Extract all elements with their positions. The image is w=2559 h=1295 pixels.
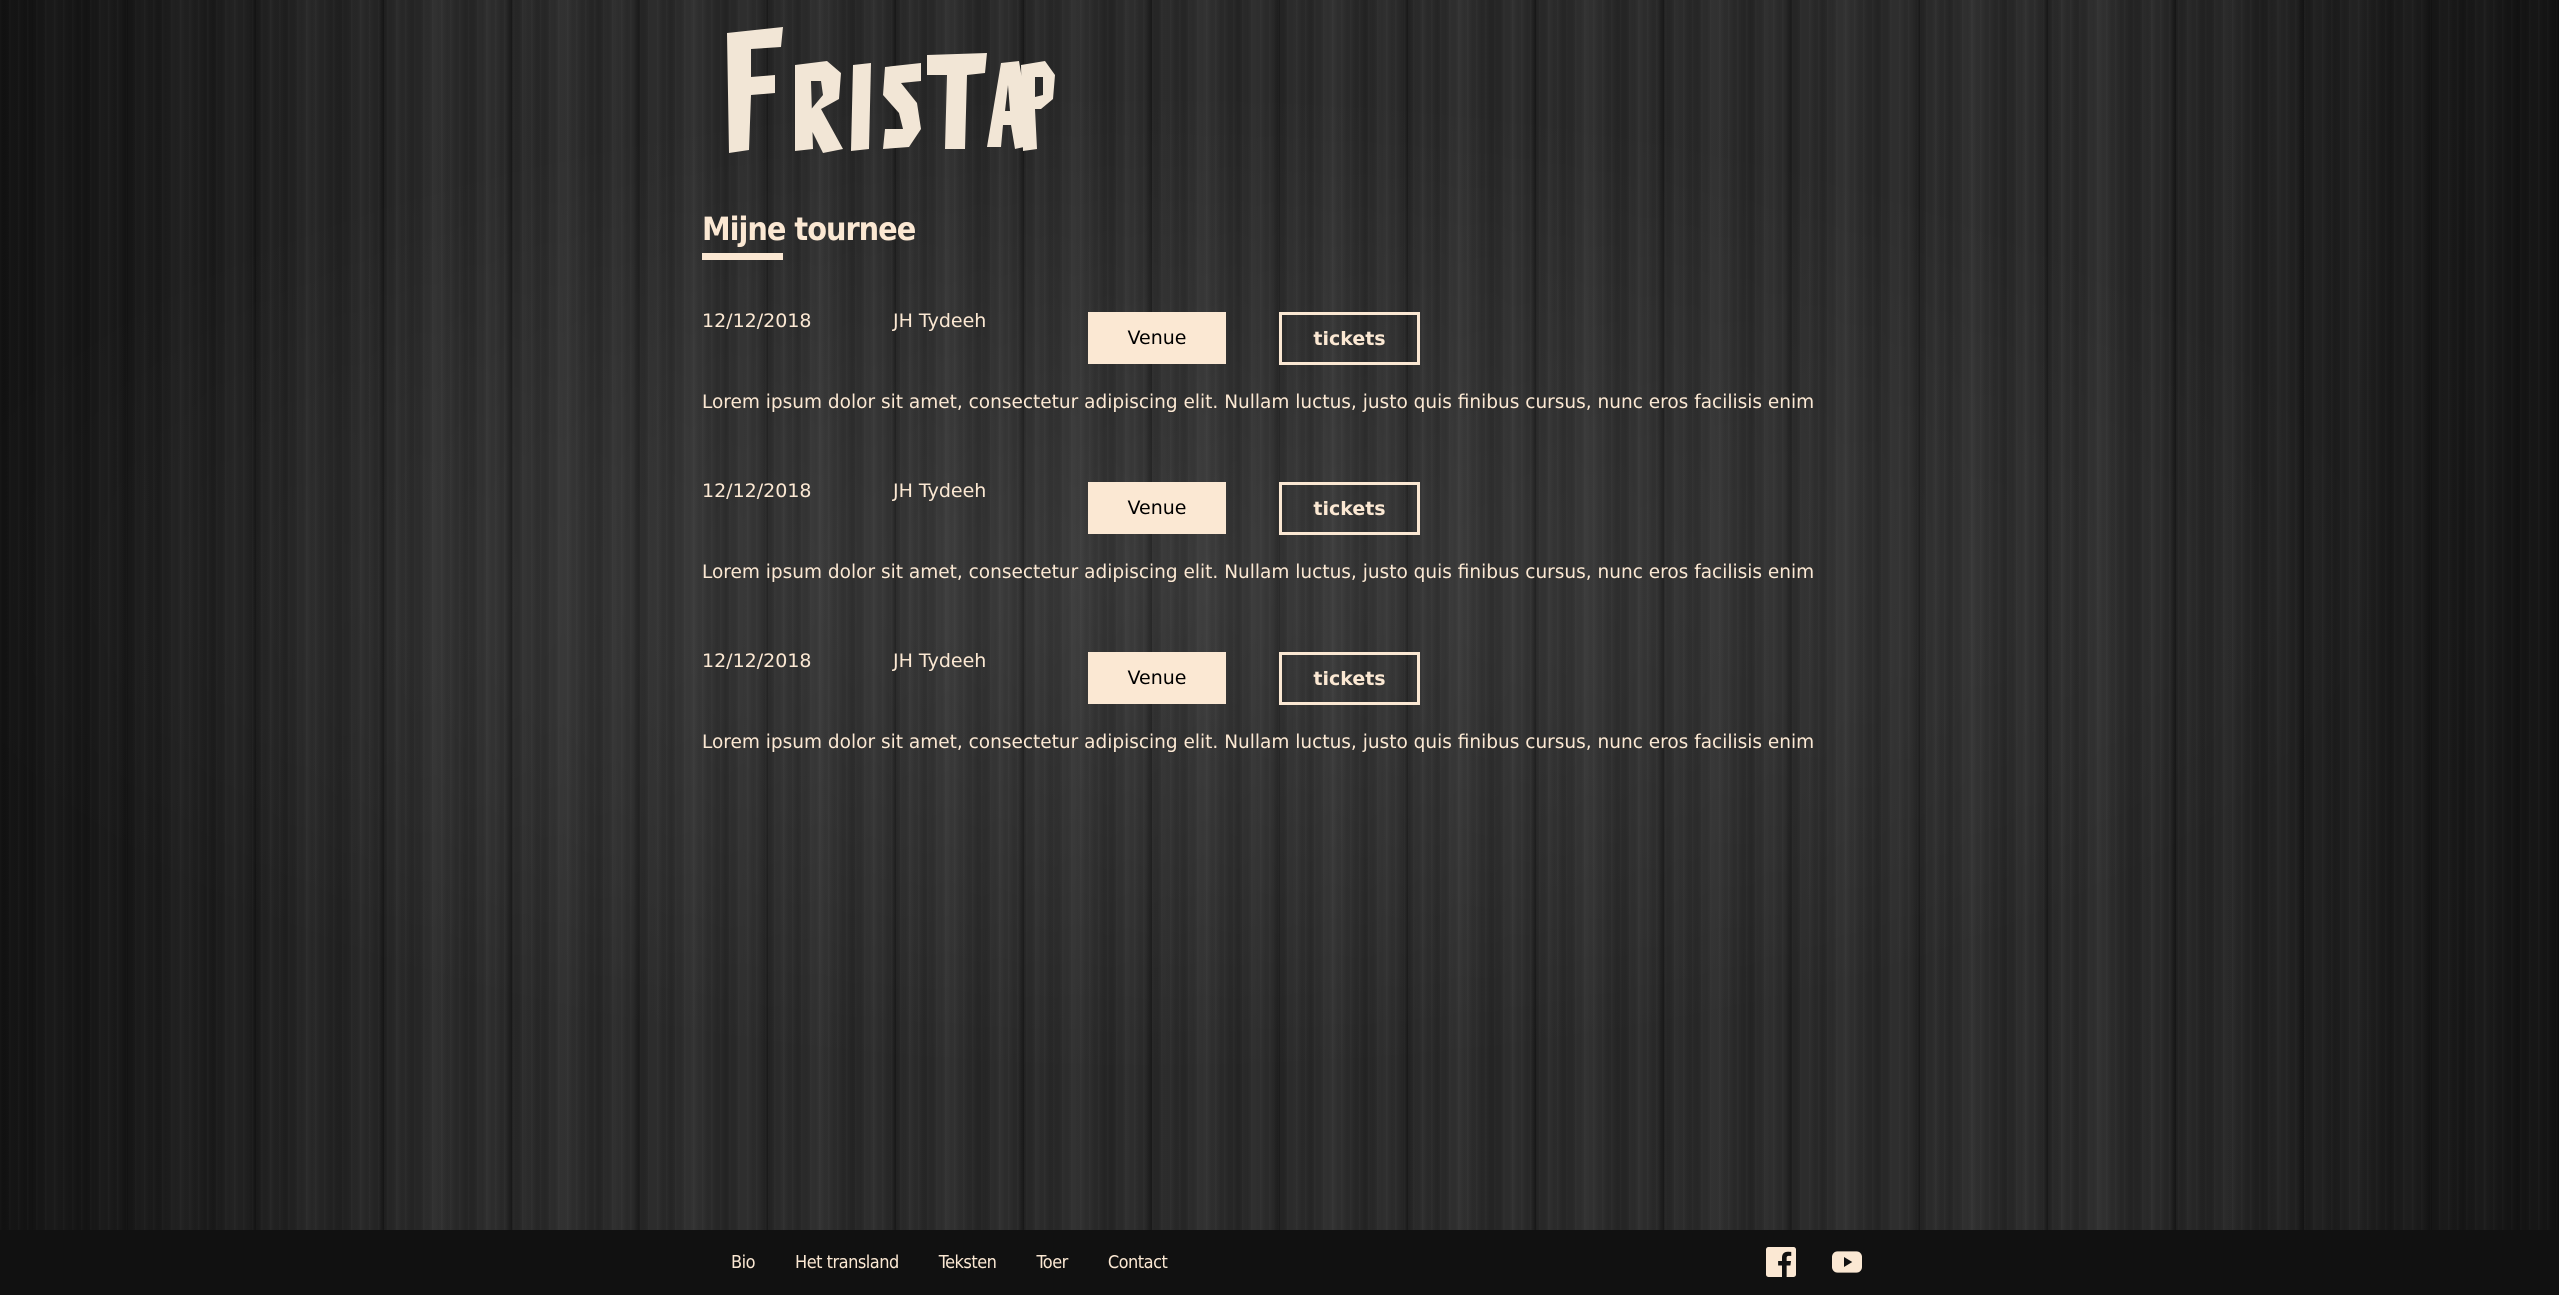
tickets-button[interactable]: tickets — [1279, 482, 1420, 535]
title-underline — [702, 253, 783, 260]
tickets-button[interactable]: tickets — [1279, 652, 1420, 705]
tour-date: 12/12/2018 — [702, 310, 812, 332]
footer-link-contact[interactable]: Contact — [1108, 1252, 1168, 1273]
tour-item: 12/12/2018 JH Tydeeh Venue tickets Lorem… — [702, 470, 1814, 640]
tickets-button[interactable]: tickets — [1279, 312, 1420, 365]
tour-item: 12/12/2018 JH Tydeeh Venue tickets Lorem… — [702, 640, 1814, 810]
footer-link-toer[interactable]: Toer — [1036, 1252, 1068, 1273]
footer: Bio Het transland Teksten Toer Contact — [0, 1230, 2559, 1295]
footer-link-teksten[interactable]: Teksten — [939, 1252, 997, 1273]
tour-description: Lorem ipsum dolor sit amet, consectetur … — [702, 562, 1815, 583]
youtube-icon[interactable] — [1832, 1247, 1862, 1277]
social-links — [1766, 1247, 1862, 1277]
footer-nav: Bio Het transland Teksten Toer Contact — [731, 1230, 1168, 1295]
venue-button[interactable]: Venue — [1088, 482, 1226, 534]
tour-item: 12/12/2018 JH Tydeeh Venue tickets Lorem… — [702, 300, 1814, 470]
tour-list: 12/12/2018 JH Tydeeh Venue tickets Lorem… — [702, 300, 1814, 810]
tour-venue-name: JH Tydeeh — [893, 480, 987, 502]
footer-link-het-transland[interactable]: Het transland — [795, 1252, 899, 1273]
facebook-icon[interactable] — [1766, 1247, 1796, 1277]
tour-date: 12/12/2018 — [702, 480, 812, 502]
venue-button[interactable]: Venue — [1088, 312, 1226, 364]
page-title: Mijne tournee — [702, 210, 916, 248]
footer-link-bio[interactable]: Bio — [731, 1252, 756, 1273]
fristap-logo[interactable] — [725, 25, 1055, 160]
tour-venue-name: JH Tydeeh — [893, 310, 987, 332]
tour-description: Lorem ipsum dolor sit amet, consectetur … — [702, 392, 1815, 413]
tour-venue-name: JH Tydeeh — [893, 650, 987, 672]
tour-description: Lorem ipsum dolor sit amet, consectetur … — [702, 732, 1815, 753]
tour-date: 12/12/2018 — [702, 650, 812, 672]
fristap-logo-graphic — [727, 27, 1055, 153]
venue-button[interactable]: Venue — [1088, 652, 1226, 704]
